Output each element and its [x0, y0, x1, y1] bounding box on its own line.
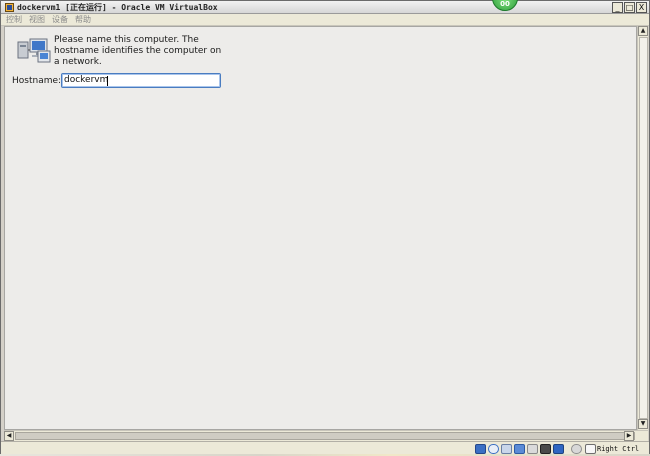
hostname-value: dockervm [64, 75, 109, 85]
virtualbox-window: dockervm1 [正在运行] - Oracle VM VirtualBox … [0, 0, 650, 456]
virtualbox-app-icon [5, 3, 14, 12]
hostname-label: Hostname: [12, 76, 62, 86]
text-caret [107, 76, 108, 86]
maximize-button[interactable]: □ [624, 2, 635, 13]
scroll-right-arrow-icon[interactable]: ▶ [624, 431, 634, 441]
menu-item-devices[interactable]: 设备 [52, 14, 68, 26]
virtualization-icon[interactable] [553, 444, 564, 454]
display-icon[interactable] [527, 444, 538, 454]
menu-bar: 控制 视图 设备 帮助 [1, 14, 649, 26]
instructions-text: Please name this computer. The hostname … [54, 35, 222, 67]
vertical-scrollbar[interactable]: ▲ ▼ [637, 26, 648, 430]
hostname-input[interactable]: dockervm [61, 73, 221, 88]
network-computers-icon [17, 38, 51, 63]
usb-icon[interactable] [501, 444, 512, 454]
title-bar[interactable]: dockervm1 [正在运行] - Oracle VM VirtualBox … [1, 1, 649, 14]
badge-label: 00 [500, 0, 510, 8]
scroll-down-arrow-icon[interactable]: ▼ [638, 419, 648, 429]
minimize-button[interactable]: _ [612, 2, 623, 13]
shared-folders-icon[interactable] [514, 444, 525, 454]
status-bar: Right Ctrl [1, 441, 649, 455]
menu-item-help[interactable]: 帮助 [75, 14, 91, 26]
scroll-up-arrow-icon[interactable]: ▲ [638, 26, 648, 36]
mouse-integration-icon[interactable] [571, 444, 582, 454]
window-title: dockervm1 [正在运行] - Oracle VM VirtualBox [17, 3, 218, 12]
close-button[interactable]: X [636, 2, 647, 13]
vertical-scroll-thumb[interactable] [639, 37, 648, 419]
scroll-left-arrow-icon[interactable]: ◀ [4, 431, 14, 441]
hard-disk-icon[interactable] [475, 444, 486, 454]
guest-display[interactable]: Please name this computer. The hostname … [4, 26, 637, 430]
optical-drive-icon[interactable] [488, 444, 499, 454]
host-key-arrow-icon [585, 444, 596, 454]
menu-item-view[interactable]: 视图 [29, 14, 45, 26]
menu-item-control[interactable]: 控制 [6, 14, 22, 26]
horizontal-scroll-thumb[interactable] [15, 432, 635, 440]
horizontal-scrollbar[interactable]: ◀ ▶ [4, 430, 648, 441]
recording-icon[interactable] [540, 444, 551, 454]
